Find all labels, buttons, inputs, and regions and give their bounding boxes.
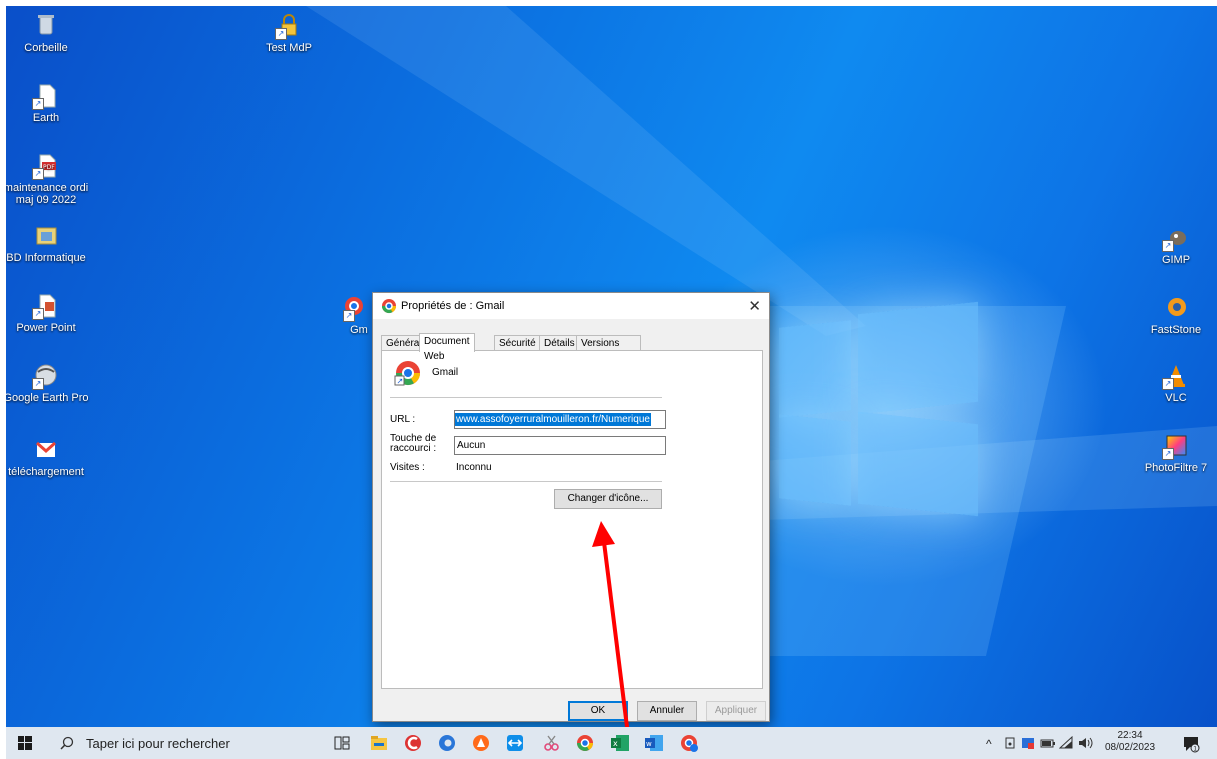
chrome-icon: [381, 298, 397, 317]
svg-text:w: w: [646, 740, 652, 748]
desktop-icon-recycle-bin[interactable]: Corbeille: [6, 12, 91, 54]
avast-icon[interactable]: [472, 734, 490, 755]
search-icon: [60, 736, 74, 753]
recycle-bin-icon: [32, 12, 60, 40]
windows-start-icon[interactable]: [18, 736, 32, 753]
apply-button[interactable]: Appliquer: [706, 701, 766, 721]
chrome-shortcut-icon: ↗: [394, 359, 422, 390]
desktop-icon-gimp[interactable]: ↗ GIMP: [1131, 224, 1217, 266]
desktop-icon-bd-informatique[interactable]: BD Informatique: [6, 222, 91, 264]
desktop-icon-google-earth-pro[interactable]: ↗ Google Earth Pro: [6, 362, 91, 404]
visits-value: Inconnu: [456, 462, 492, 473]
chevron-up-icon[interactable]: ^: [986, 737, 992, 751]
close-icon[interactable]: ✕: [748, 297, 761, 315]
notifications-icon[interactable]: 1: [1182, 735, 1200, 756]
edge-legacy-icon[interactable]: [438, 734, 456, 755]
visits-label: Visites :: [390, 462, 425, 473]
clock-date: 08/02/2023: [1104, 742, 1156, 753]
teamviewer-icon[interactable]: [506, 734, 524, 755]
separator: [390, 481, 662, 482]
windows-logo-pane: [858, 301, 978, 415]
excel-icon[interactable]: x: [610, 734, 630, 755]
desktop-icon-gmail-shortcut[interactable]: ↗ Gm: [326, 294, 376, 336]
lock-icon: ↗: [275, 12, 303, 40]
desktop-icon-maintenance[interactable]: PDF ↗ maintenance ordi maj 09 2022: [6, 152, 91, 206]
dialog-title-bar[interactable]: Propriétés de : Gmail ✕: [373, 293, 769, 319]
app-tray-icon[interactable]: [1021, 736, 1035, 753]
search-box[interactable]: Taper ici pour rechercher: [50, 727, 326, 759]
windows-logo-pane: [779, 414, 851, 506]
desktop-icon-photofiltre[interactable]: ↗ PhotoFiltre 7: [1131, 432, 1217, 474]
windows-logo-pane: [858, 411, 978, 517]
properties-dialog: Propriétés de : Gmail ✕ Général Document…: [372, 292, 770, 722]
taskbar: Taper ici pour rechercher x w ^ 22:34 08…: [6, 727, 1217, 759]
shortcut-key-label: Touche de raccourci :: [390, 433, 437, 454]
svg-text:PDF: PDF: [43, 164, 55, 171]
snipping-tool-icon[interactable]: [542, 734, 560, 755]
url-field[interactable]: www.assofoyerruralmouilleron.fr/Numeriqu…: [454, 410, 666, 429]
desktop-icon-faststone[interactable]: FastStone: [1131, 294, 1217, 336]
usb-icon[interactable]: [1003, 736, 1017, 753]
tab-securite[interactable]: Sécurité: [494, 335, 541, 351]
shortcut-key-field[interactable]: Aucun: [454, 436, 666, 455]
chrome-shortcut-icon: ↗: [337, 294, 365, 322]
desktop-icon-earth[interactable]: ↗ Earth: [6, 82, 91, 124]
tab-versions-precedentes[interactable]: Versions précédentes: [576, 335, 642, 364]
database-folder-icon: [32, 222, 60, 250]
volume-icon[interactable]: [1077, 736, 1093, 753]
google-earth-icon: ↗: [32, 362, 60, 390]
faststone-icon: [1162, 294, 1190, 322]
svg-text:1: 1: [1193, 746, 1197, 753]
desktop-icon-telechargement[interactable]: téléchargement: [6, 436, 91, 478]
ccleaner-icon[interactable]: [404, 734, 422, 755]
file-explorer-icon[interactable]: [370, 735, 388, 754]
file-shortcut-icon: ↗: [32, 82, 60, 110]
powerpoint-icon: ↗: [32, 292, 60, 320]
document-web-panel: ↗ Gmail URL : www.assofoyerruralmouiller…: [381, 350, 763, 689]
search-placeholder: Taper ici pour rechercher: [86, 736, 230, 751]
shortcut-name: Gmail: [432, 367, 459, 378]
pdf-file-icon: PDF ↗: [32, 152, 60, 180]
desktop-icon-vlc[interactable]: ↗ VLC: [1131, 362, 1217, 404]
chrome-profile-icon[interactable]: [680, 734, 698, 755]
gimp-icon: ↗: [1162, 224, 1190, 252]
ok-button[interactable]: OK: [568, 701, 628, 721]
tab-document-web[interactable]: Document Web: [419, 333, 475, 362]
svg-text:x: x: [613, 739, 618, 748]
desktop: Corbeille ↗ Earth PDF ↗ maintenance ordi …: [6, 6, 1217, 759]
desktop-icon-power-point[interactable]: ↗ Power Point: [6, 292, 91, 334]
wifi-icon[interactable]: [1058, 735, 1073, 753]
svg-text:↗: ↗: [397, 377, 404, 386]
photofiltre-icon: ↗: [1162, 432, 1190, 460]
clock[interactable]: 22:34 08/02/2023: [1100, 730, 1160, 754]
desktop-icon-test-mdp[interactable]: ↗ Test MdP: [244, 12, 334, 54]
change-icon-button[interactable]: Changer d'icône...: [554, 489, 662, 509]
task-view-icon[interactable]: [334, 736, 350, 753]
cancel-button[interactable]: Annuler: [637, 701, 697, 721]
chrome-taskbar-icon[interactable]: [576, 734, 594, 755]
word-icon[interactable]: w: [644, 734, 664, 755]
windows-logo-pane: [779, 320, 851, 418]
separator: [390, 397, 662, 398]
vlc-icon: ↗: [1162, 362, 1190, 390]
url-label: URL :: [390, 414, 416, 425]
tab-details[interactable]: Détails: [539, 335, 580, 351]
clock-time: 22:34: [1117, 730, 1143, 741]
gmail-icon: [32, 436, 60, 464]
url-value: www.assofoyerruralmouilleron.fr/Numeriqu…: [455, 413, 651, 426]
dialog-title: Propriétés de : Gmail: [401, 300, 505, 312]
battery-icon[interactable]: [1040, 736, 1056, 753]
